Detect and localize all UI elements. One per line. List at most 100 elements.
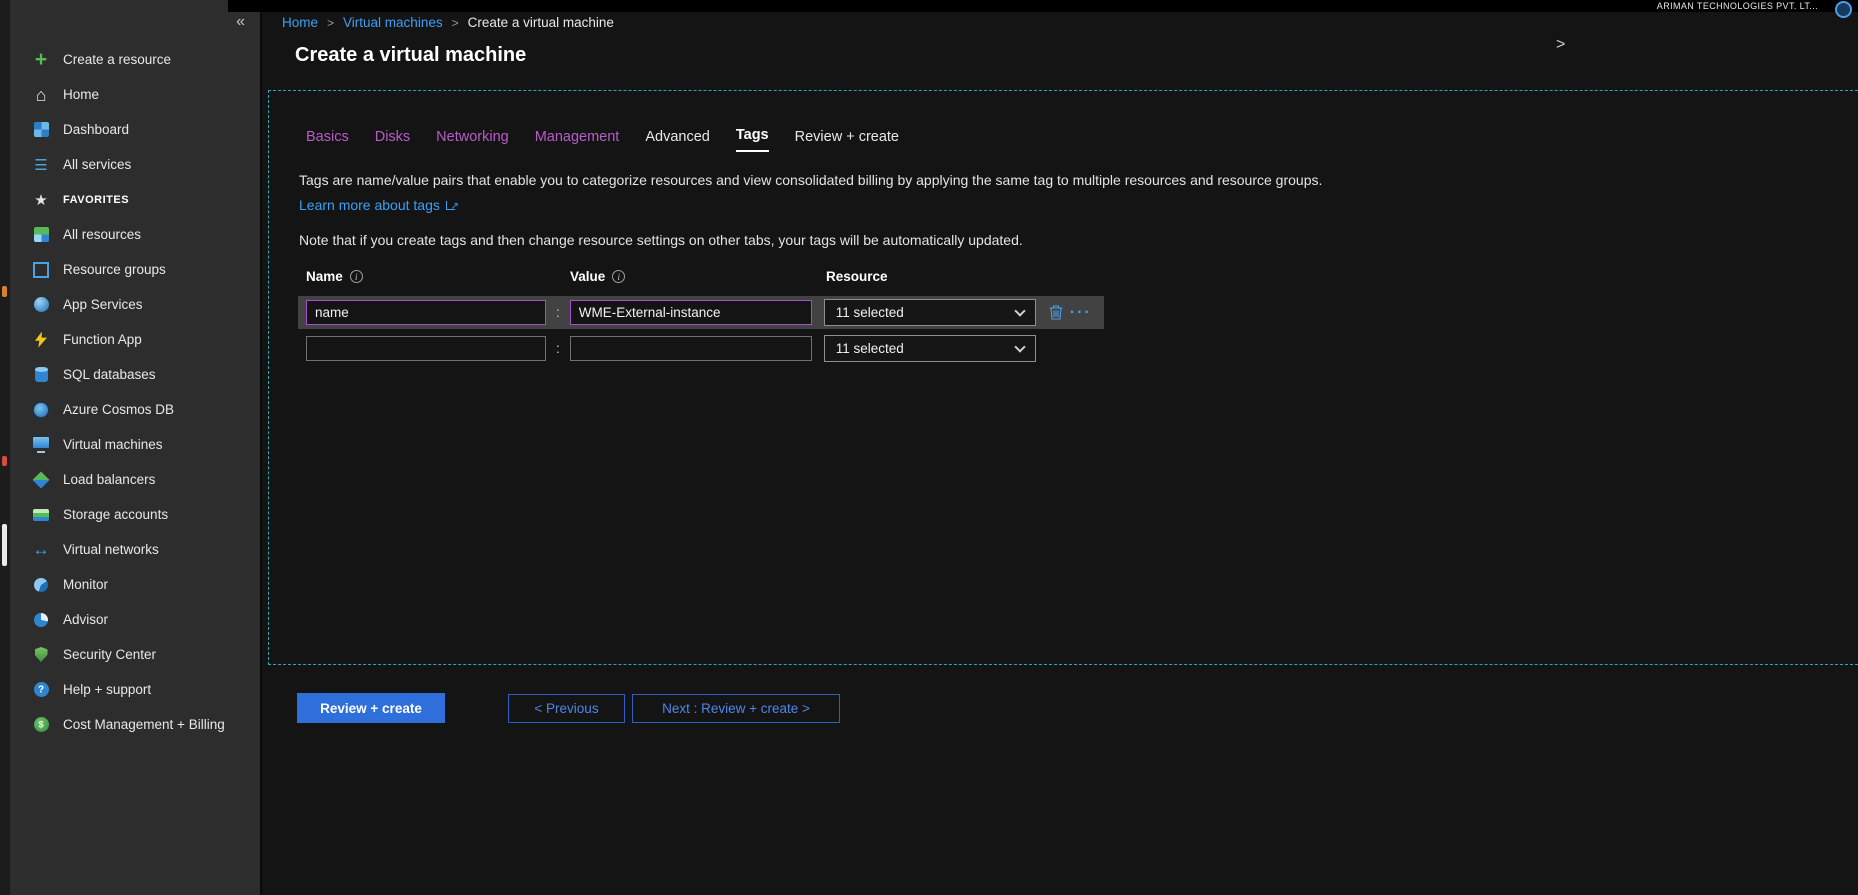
description-text: Tags are name/value pairs that enable yo… bbox=[299, 172, 1322, 188]
info-icon[interactable] bbox=[350, 270, 363, 283]
sidebar-item-virtual-machines[interactable]: Virtual machines bbox=[10, 427, 260, 462]
sidebar-item-cost-management-billing[interactable]: Cost Management + Billing bbox=[10, 707, 260, 742]
sidebar-item-azure-cosmos-db[interactable]: Azure Cosmos DB bbox=[10, 392, 260, 427]
resource-select-value: 11 selected bbox=[836, 341, 904, 356]
page-title: Create a virtual machine bbox=[295, 44, 526, 67]
resource-column-header: Resource bbox=[826, 269, 888, 284]
review-create-button[interactable]: Review + create bbox=[297, 693, 445, 723]
sidebar-item-resource-groups[interactable]: Resource groups bbox=[10, 252, 260, 287]
appservices-icon bbox=[32, 296, 50, 314]
next-button[interactable]: Next : Review + create > bbox=[632, 694, 840, 723]
breadcrumb-home[interactable]: Home bbox=[282, 15, 318, 30]
cosmos-icon bbox=[32, 401, 50, 419]
breadcrumb-create-a-virtual-machine: Create a virtual machine bbox=[468, 15, 614, 30]
sidebar-item-home[interactable]: Home bbox=[10, 77, 260, 112]
resource-select-value: 11 selected bbox=[836, 305, 904, 320]
sidebar-item-label: FAVORITES bbox=[63, 194, 129, 206]
learn-more-link[interactable]: Learn more about tags bbox=[299, 197, 440, 213]
info-icon[interactable] bbox=[612, 270, 625, 283]
security-icon bbox=[32, 646, 50, 664]
sidebar-item-label: App Services bbox=[63, 297, 143, 312]
left-edge-strip bbox=[0, 0, 10, 895]
sidebar-item-storage-accounts[interactable]: Storage accounts bbox=[10, 497, 260, 532]
tag-value-input[interactable] bbox=[570, 336, 812, 361]
sidebar-item-label: Advisor bbox=[63, 612, 108, 627]
sidebar-header: « bbox=[10, 0, 260, 42]
more-options-button[interactable]: ··· bbox=[1070, 308, 1092, 318]
resource-select[interactable]: 11 selected bbox=[824, 299, 1036, 326]
wizard-tabs: Basics Disks Networking Management Advanced T… bbox=[306, 127, 1858, 152]
tag-value-input[interactable] bbox=[570, 300, 812, 325]
sidebar-item-create-a-resource[interactable]: Create a resource bbox=[10, 42, 260, 77]
resource-select[interactable]: 11 selected bbox=[824, 335, 1036, 362]
breadcrumb-virtual-machines[interactable]: Virtual machines bbox=[343, 15, 443, 30]
chevron-right-icon[interactable]: > bbox=[1556, 36, 1565, 54]
delete-tag-button[interactable] bbox=[1049, 305, 1063, 320]
sidebar-item-virtual-networks[interactable]: Virtual networks bbox=[10, 532, 260, 567]
sidebar-item-security-center[interactable]: Security Center bbox=[10, 637, 260, 672]
sidebar-item-label: Home bbox=[63, 87, 99, 102]
plus-icon bbox=[32, 51, 50, 69]
colon-separator: : bbox=[556, 341, 560, 356]
sidebar-item-favorites: FAVORITES bbox=[10, 182, 260, 217]
tab-tags[interactable]: Tags bbox=[736, 127, 769, 152]
tags-description: Tags are name/value pairs that enable yo… bbox=[299, 168, 1361, 218]
sidebar-item-help-support[interactable]: Help + support bbox=[10, 672, 260, 707]
avatar[interactable] bbox=[1835, 1, 1852, 18]
services-icon bbox=[32, 156, 50, 174]
sidebar-item-dashboard[interactable]: Dashboard bbox=[10, 112, 260, 147]
tab-management[interactable]: Management bbox=[535, 129, 620, 152]
value-column-header: Value bbox=[570, 269, 605, 284]
home-icon bbox=[32, 86, 50, 104]
tags-note: Note that if you create tags and then ch… bbox=[299, 232, 1858, 248]
sidebar-item-label: All services bbox=[63, 157, 131, 172]
tag-name-input[interactable] bbox=[306, 336, 546, 361]
sidebar-item-monitor[interactable]: Monitor bbox=[10, 567, 260, 602]
tag-name-input[interactable] bbox=[306, 300, 546, 325]
tab-disks[interactable]: Disks bbox=[375, 129, 410, 152]
edge-marker-active bbox=[2, 524, 7, 566]
tab-networking[interactable]: Networking bbox=[436, 129, 509, 152]
tab-basics[interactable]: Basics bbox=[306, 129, 349, 152]
sidebar-item-label: Load balancers bbox=[63, 472, 155, 487]
sidebar-item-app-services[interactable]: App Services bbox=[10, 287, 260, 322]
breadcrumb: Home>Virtual machines>Create a virtual m… bbox=[282, 15, 614, 30]
breadcrumb-separator: > bbox=[452, 16, 459, 30]
tag-row: : 11 selected bbox=[298, 332, 1104, 365]
sidebar-item-label: SQL databases bbox=[63, 367, 156, 382]
sidebar-item-label: Function App bbox=[63, 332, 142, 347]
sidebar-item-label: Security Center bbox=[63, 647, 156, 662]
edge-marker-red bbox=[2, 456, 7, 466]
sidebar-item-label: Virtual networks bbox=[63, 542, 159, 557]
star-icon bbox=[32, 191, 50, 209]
storage-icon bbox=[32, 506, 50, 524]
name-column-header: Name bbox=[306, 269, 343, 284]
sidebar-item-label: Virtual machines bbox=[63, 437, 163, 452]
sidebar-item-label: Dashboard bbox=[63, 122, 129, 137]
sidebar-item-label: Azure Cosmos DB bbox=[63, 402, 174, 417]
sidebar-collapse-button[interactable]: « bbox=[236, 13, 245, 31]
sidebar-item-label: Monitor bbox=[63, 577, 108, 592]
tags-table-body: : 11 selected ··· : 11 selected bbox=[298, 296, 1104, 365]
sidebar-item-sql-databases[interactable]: SQL databases bbox=[10, 357, 260, 392]
previous-button[interactable]: < Previous bbox=[508, 694, 625, 723]
sidebar-item-load-balancers[interactable]: Load balancers bbox=[10, 462, 260, 497]
tags-panel: Basics Disks Networking Management Advanced T… bbox=[268, 90, 1858, 665]
sidebar-item-function-app[interactable]: Function App bbox=[10, 322, 260, 357]
lb-icon bbox=[32, 471, 50, 489]
sidebar-item-all-services[interactable]: All services bbox=[10, 147, 260, 182]
tag-row: : 11 selected ··· bbox=[298, 296, 1104, 329]
tab-advanced[interactable]: Advanced bbox=[645, 129, 710, 152]
dashboard-icon bbox=[32, 121, 50, 139]
sidebar-item-advisor[interactable]: Advisor bbox=[10, 602, 260, 637]
cost-icon bbox=[32, 716, 50, 734]
trash-icon bbox=[1049, 305, 1063, 320]
tab-review-create[interactable]: Review + create bbox=[795, 129, 899, 152]
sidebar-item-label: Help + support bbox=[63, 682, 151, 697]
sidebar-item-label: Cost Management + Billing bbox=[63, 717, 225, 732]
tags-table: Name Value Resource : 11 selected bbox=[298, 266, 1104, 365]
sidebar-item-label: Create a resource bbox=[63, 52, 171, 67]
main-content: Home > Virtual machines > Create a virtual m… bbox=[260, 0, 1858, 895]
sidebar-item-all-resources[interactable]: All resources bbox=[10, 217, 260, 252]
sidebar-nav: Create a resource Home Dashboard All ser… bbox=[10, 42, 260, 742]
